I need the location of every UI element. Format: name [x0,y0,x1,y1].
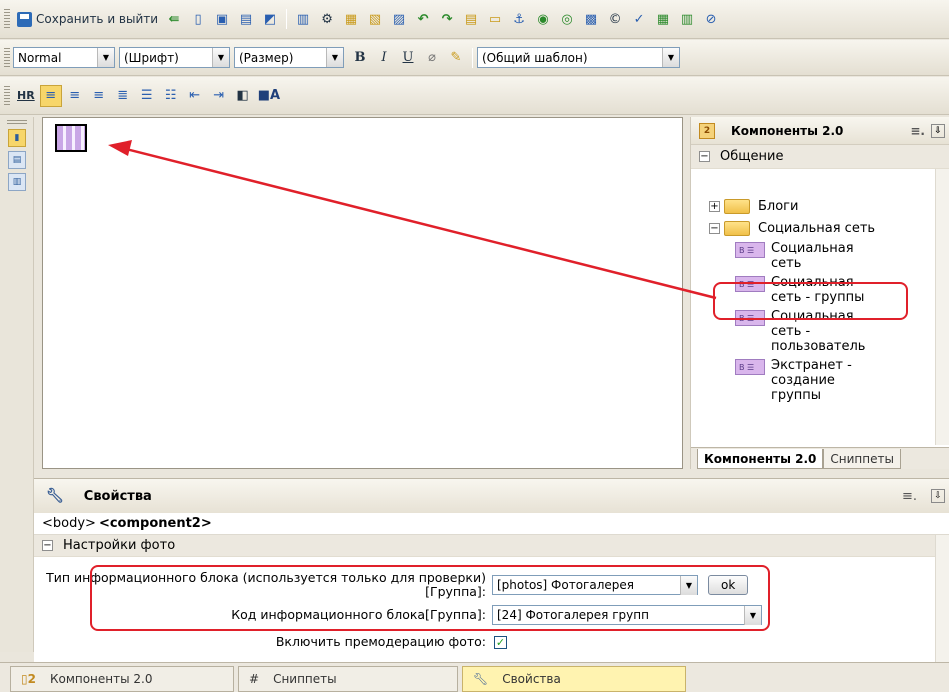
components-logo-icon: ▯2 [21,672,36,686]
bottom-tabs: ▯2 Компоненты 2.0 # Сниппеты 🔧︎ Свойства [0,662,949,692]
snippet-icon: # [249,672,260,686]
wrench-icon: 🔧︎ [473,672,489,686]
bottom-tab-snippets[interactable]: # Сниппеты [238,666,458,692]
bottom-tab-label: Компоненты 2.0 [49,672,153,686]
annotation-arrow [108,140,717,300]
bottom-tab-label: Свойства [502,672,561,686]
arrow-head [108,140,132,156]
bottom-tab-properties[interactable]: 🔧︎ Свойства [462,666,686,692]
arrow-line [121,146,717,300]
bottom-tab-components[interactable]: ▯2 Компоненты 2.0 [10,666,234,692]
bottom-tab-label: Сниппеты [273,672,337,686]
